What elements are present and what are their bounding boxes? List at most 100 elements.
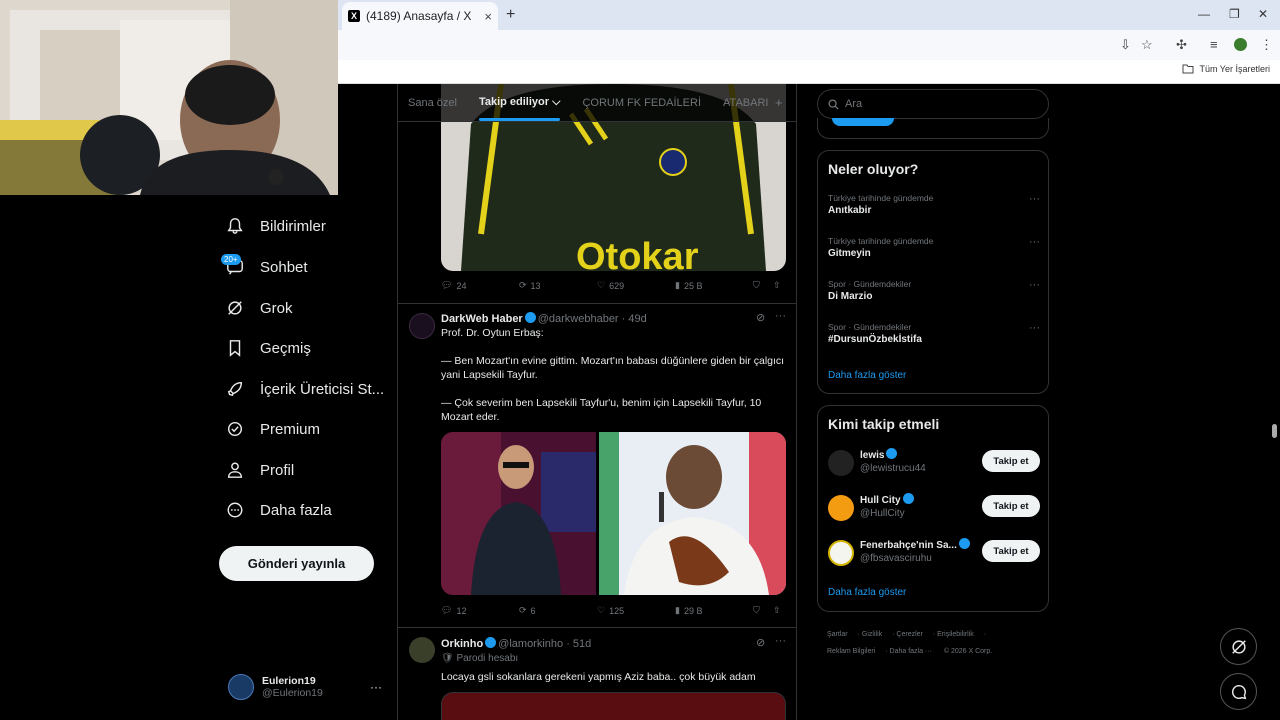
footer-link[interactable]: Erişilebilirlik: [937, 631, 974, 638]
post-button[interactable]: Gönderi yayınla: [219, 546, 374, 581]
trend-context: Türkiye tarihinde gündemde: [828, 193, 934, 203]
avatar: [828, 540, 854, 566]
profile-avatar[interactable]: [1234, 38, 1247, 51]
tweet-text: Prof. Dr. Oytun Erbaş: — Ben Mozart'ın e…: [441, 326, 786, 424]
views-button[interactable]: ▮ 29 B: [675, 605, 753, 616]
follow-suggestion[interactable]: Fenerbahçe'nin Sa... @fbsavasciruhu Taki…: [828, 538, 1040, 570]
avatar: [228, 674, 254, 700]
grok-icon[interactable]: ⊘: [756, 311, 765, 324]
author-handle[interactable]: @lamorkinho · 51d: [498, 638, 591, 650]
retweet-button[interactable]: ⟳ 13: [519, 280, 597, 291]
like-button[interactable]: ♡ 125: [597, 605, 675, 616]
trend-name: Gitmeyin: [828, 248, 871, 259]
trend-item[interactable]: Spor · Gündemdekiler Di Marzio ···: [828, 279, 1040, 302]
follow-button[interactable]: Takip et: [982, 495, 1040, 517]
tab-atabari[interactable]: ATABARI: [723, 97, 768, 109]
footer-link[interactable]: Reklam Bilgileri: [827, 648, 875, 655]
share-icon[interactable]: ⇧: [773, 605, 781, 616]
views-button[interactable]: ▮ 25 B: [675, 280, 753, 291]
browser-menu-icon[interactable]: ⋮: [1260, 37, 1273, 53]
retweet-button[interactable]: ⟳ 6: [519, 605, 597, 616]
tweet-line: — Çok severim ben Lapsekili Tayfur'u, be…: [441, 397, 762, 423]
nav-history[interactable]: Geçmiş: [226, 339, 311, 357]
author-name[interactable]: Orkinho: [441, 638, 483, 650]
trend-more-icon[interactable]: ···: [1029, 322, 1040, 334]
trend-more-icon[interactable]: ···: [1029, 279, 1040, 291]
trend-more-icon[interactable]: ···: [1029, 193, 1040, 205]
author-name[interactable]: DarkWeb Haber: [441, 313, 523, 325]
more-icon[interactable]: ···: [775, 635, 786, 647]
browser-chrome: X (4189) Anasayfa / X × + — ❐ ✕ ⇩ ☆ ✣ ≡ …: [338, 0, 1280, 84]
suggestion-handle: @HullCity: [860, 508, 905, 519]
author-handle[interactable]: @darkwebhaber · 49d: [538, 313, 647, 325]
window-close-icon[interactable]: ✕: [1258, 7, 1268, 21]
nav-profile[interactable]: Profil: [226, 461, 294, 479]
install-icon[interactable]: ⇩: [1120, 37, 1131, 53]
svg-text:Otokar: Otokar: [576, 236, 699, 271]
grok-icon: [228, 301, 242, 315]
trend-context: Spor · Gündemdekiler: [828, 322, 912, 332]
footer-link[interactable]: Şartlar: [827, 631, 848, 638]
add-tab-icon[interactable]: +: [775, 95, 783, 110]
show-more-follow-link[interactable]: Daha fazla göster: [828, 587, 906, 598]
premium-check-icon: [227, 421, 243, 437]
trend-item[interactable]: Türkiye tarihinde gündemde Anıtkabir ···: [828, 193, 1040, 216]
all-bookmarks-button[interactable]: Tüm Yer İşaretleri: [1182, 64, 1270, 74]
reply-button[interactable]: 💬︎ 24: [441, 280, 519, 291]
share-icon[interactable]: ⇧: [773, 280, 781, 291]
tab-corum-fk[interactable]: ÇORUM FK FEDAİLERİ: [582, 97, 701, 109]
tab-title: (4189) Anasayfa / X: [366, 9, 472, 23]
message-bubble-icon: [1231, 684, 1246, 699]
show-more-trends-link[interactable]: Daha fazla göster: [828, 370, 906, 381]
follow-suggestion[interactable]: Hull City @HullCity Takip et: [828, 493, 1040, 525]
bookmark-icon[interactable]: ⛉: [753, 605, 773, 616]
bookmark-icon[interactable]: ⛉: [753, 280, 773, 291]
extensions-icon[interactable]: ✣: [1176, 37, 1187, 53]
retweet-count: 13: [530, 280, 541, 291]
messages-fab[interactable]: [1220, 673, 1257, 710]
search-input[interactable]: Ara: [817, 89, 1049, 119]
nav-premium[interactable]: Premium: [226, 420, 320, 438]
avatar: [828, 495, 854, 521]
reading-list-icon[interactable]: ≡: [1210, 37, 1218, 52]
tweet-avatar[interactable]: [409, 313, 435, 339]
nav-creator-studio[interactable]: İçerik Üreticisi St...: [226, 380, 384, 398]
close-tab-icon[interactable]: ×: [484, 9, 492, 24]
restore-icon[interactable]: ❐: [1229, 7, 1240, 21]
reply-button[interactable]: 💬︎ 12: [441, 605, 519, 616]
footer-link[interactable]: Gizlilik: [862, 631, 882, 638]
follow-button[interactable]: Takip et: [982, 450, 1040, 472]
tab-following[interactable]: Takip ediliyor ⌵: [478, 96, 560, 121]
trend-item[interactable]: Spor · Gündemdekiler #DursunÖzbekİstifa …: [828, 322, 1040, 345]
tweet-media[interactable]: [441, 432, 786, 595]
tab-for-you[interactable]: Sana özel: [408, 97, 457, 109]
new-tab-icon[interactable]: +: [506, 6, 515, 24]
grok-icon[interactable]: ⊘: [756, 636, 765, 649]
nav-more[interactable]: Daha fazla: [226, 501, 332, 519]
footer-link[interactable]: Daha fazla ···: [890, 648, 932, 655]
account-more-icon[interactable]: ···: [370, 680, 382, 694]
nav-label: Grok: [260, 299, 293, 317]
minimize-icon[interactable]: —: [1198, 7, 1210, 21]
tab-following-label: Takip ediliyor: [478, 96, 550, 108]
like-button[interactable]: ♡ 629: [597, 280, 675, 291]
nav-grok[interactable]: Grok: [226, 299, 293, 317]
bookmark-star-icon[interactable]: ☆: [1141, 37, 1153, 53]
tweet-media[interactable]: [441, 692, 786, 720]
tweet-avatar[interactable]: [409, 637, 435, 663]
more-icon[interactable]: ···: [775, 310, 786, 322]
follow-suggestion[interactable]: lewis @lewistrucu44 Takip et: [828, 448, 1040, 480]
bookmarks-label: Tüm Yer İşaretleri: [1199, 64, 1270, 74]
nav-notifications[interactable]: Bildirimler: [226, 217, 326, 235]
browser-tab[interactable]: X (4189) Anasayfa / X ×: [342, 2, 498, 30]
follow-button[interactable]: Takip et: [982, 540, 1040, 562]
trend-item[interactable]: Türkiye tarihinde gündemde Gitmeyin ···: [828, 236, 1040, 259]
account-switcher[interactable]: Eulerion19 @Eulerion19: [228, 674, 323, 700]
scrollbar-thumb[interactable]: [1272, 424, 1277, 438]
trends-box: Neler oluyor? Türkiye tarihinde gündemde…: [817, 150, 1049, 394]
rocket-icon: [227, 381, 243, 397]
trend-more-icon[interactable]: ···: [1029, 236, 1040, 248]
grok-fab[interactable]: [1220, 628, 1257, 665]
subscribe-button-partial[interactable]: [832, 118, 894, 126]
footer-link[interactable]: Çerezler: [896, 631, 922, 638]
